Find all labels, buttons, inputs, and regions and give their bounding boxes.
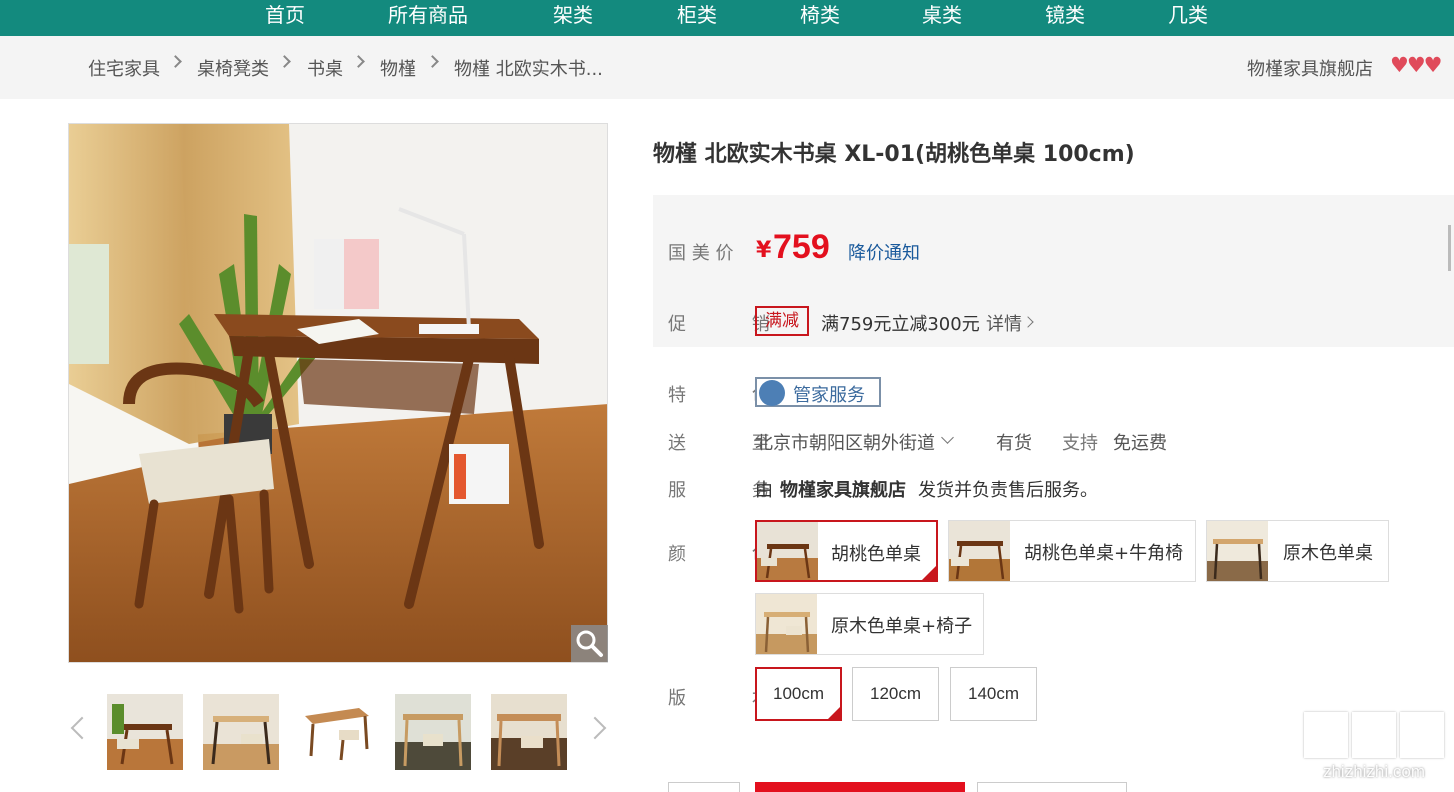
nav-item-cabinets[interactable]: 柜类	[677, 0, 717, 30]
color-option-natural-desk-chair[interactable]: 原木色单桌+椅子	[755, 593, 984, 655]
breadcrumb-item[interactable]: 书桌	[307, 55, 343, 81]
chevron-right-icon	[278, 55, 291, 68]
option-label: 100cm	[772, 684, 825, 703]
chevron-right-icon	[352, 55, 365, 68]
breadcrumb-item[interactable]: 住宅家具	[88, 55, 160, 81]
stock-status: 有货	[996, 433, 1032, 454]
version-option-140cm[interactable]: 140cm	[950, 667, 1037, 721]
breadcrumb-item[interactable]: 物槿	[380, 55, 416, 81]
color-option-walnut-desk[interactable]: 胡桃色单桌	[755, 520, 938, 582]
thumb-next-icon[interactable]	[583, 716, 607, 740]
free-shipping: 免运费	[1113, 433, 1167, 454]
chevron-right-icon	[169, 55, 182, 68]
thumbnail[interactable]	[203, 694, 279, 770]
thumbnail[interactable]	[395, 694, 471, 770]
chevron-right-icon	[426, 55, 439, 68]
price-drop-notify-link[interactable]: 降价通知	[848, 239, 920, 265]
option-thumbnail	[949, 521, 1010, 581]
watermark-text: zhizhizhi.com	[1322, 762, 1426, 781]
nav-item-tables[interactable]: 桌类	[922, 0, 962, 30]
option-label: 胡桃色单桌+牛角椅	[1024, 543, 1184, 564]
version-option-120cm[interactable]: 120cm	[852, 667, 939, 721]
thumbnail[interactable]	[491, 694, 567, 770]
color-option-walnut-desk-chair[interactable]: 胡桃色单桌+牛角椅	[948, 520, 1196, 582]
breadcrumb-item[interactable]: 桌椅凳类	[197, 55, 269, 81]
option-label: 原木色单桌	[1283, 543, 1373, 564]
butler-icon	[759, 380, 785, 406]
option-label: 140cm	[967, 684, 1020, 703]
price-label: 国 美 价	[668, 243, 734, 264]
currency-symbol: ¥	[756, 238, 772, 263]
service-prefix: 由	[755, 480, 773, 501]
butler-service-label: 管家服务	[793, 385, 865, 406]
option-label: 胡桃色单桌	[831, 544, 921, 565]
option-thumbnail	[757, 522, 818, 580]
product-main-image[interactable]	[68, 123, 608, 663]
nav-item-side-tables[interactable]: 几类	[1168, 0, 1208, 30]
option-label: 原木色单桌+椅子	[831, 616, 973, 637]
site-watermark: zhizhizhi.com	[1300, 712, 1448, 792]
breadcrumb: 住宅家具 桌椅凳类 书桌 物槿 物槿 北欧实木书... 物槿家具旗舰店 ♥♥♥	[0, 36, 1454, 99]
shop-rating-hearts: ♥♥♥	[1390, 53, 1443, 77]
promo-text: 满759元立减300元	[821, 314, 980, 335]
service-suffix: 发货并负责售后服务。	[918, 480, 1098, 501]
thumbnail[interactable]	[107, 694, 183, 770]
option-thumbnail	[1207, 521, 1268, 581]
buy-button[interactable]	[755, 782, 965, 792]
version-option-100cm[interactable]: 100cm	[755, 667, 842, 721]
add-to-cart-button[interactable]	[977, 782, 1127, 792]
thumb-prev-icon[interactable]	[70, 716, 94, 740]
chevron-down-icon[interactable]	[941, 431, 954, 444]
nav-item-all[interactable]: 所有商品	[388, 0, 468, 30]
selected-corner-icon	[828, 707, 840, 719]
zoom-button[interactable]	[571, 625, 608, 662]
delivery-address-dropdown[interactable]: 北京市朝阳区朝外街道	[755, 429, 935, 455]
promo-detail-link[interactable]: 详情	[986, 310, 1022, 336]
support-label: 支持	[1062, 433, 1098, 454]
service-store-link[interactable]: 物槿家具旗舰店	[780, 476, 906, 502]
breadcrumb-item-current: 物槿 北欧实木书...	[454, 59, 603, 80]
price-value: 759	[773, 228, 830, 266]
nav-item-shelves[interactable]: 架类	[553, 0, 593, 30]
promo-tag: 满减	[755, 306, 809, 336]
top-nav: 首页 所有商品 架类 柜类 椅类 桌类 镜类 几类	[0, 0, 1454, 36]
option-thumbnail	[756, 594, 817, 654]
product-title: 物槿 北欧实木书桌 XL-01(胡桃色单桌 100cm)	[653, 142, 1135, 167]
nav-item-mirrors[interactable]: 镜类	[1045, 0, 1085, 30]
butler-service-badge[interactable]: 管家服务	[755, 377, 881, 407]
color-option-natural-desk[interactable]: 原木色单桌	[1206, 520, 1389, 582]
option-label: 120cm	[869, 684, 922, 703]
nav-item-home[interactable]: 首页	[265, 0, 305, 30]
shop-name[interactable]: 物槿家具旗舰店	[1247, 55, 1373, 81]
scrollbar-thumb[interactable]	[1448, 225, 1451, 271]
quantity-stepper[interactable]	[668, 782, 740, 792]
thumbnail[interactable]	[299, 694, 375, 770]
selected-corner-icon	[922, 566, 936, 580]
magnifier-icon	[576, 630, 603, 657]
nav-item-chairs[interactable]: 椅类	[800, 0, 840, 30]
